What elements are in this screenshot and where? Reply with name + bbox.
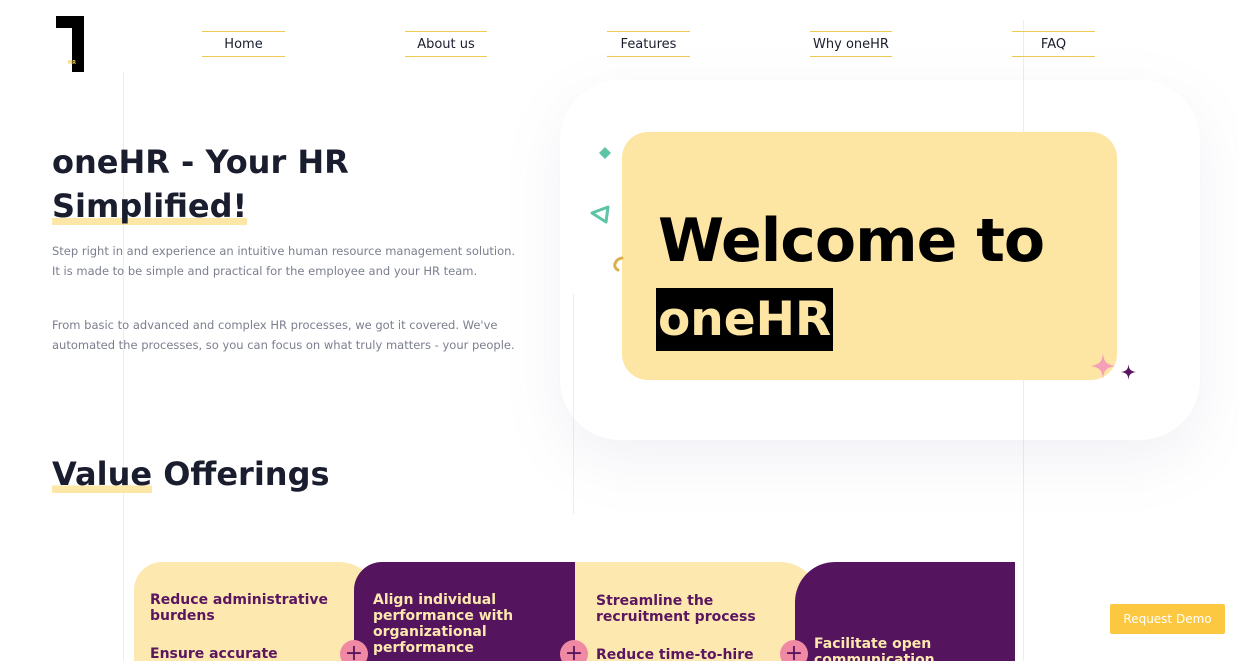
nav-about-us[interactable]: About us bbox=[405, 31, 487, 57]
teal-triangle-icon bbox=[590, 205, 610, 224]
offering-card-1-text1: Reduce administrative burdens bbox=[150, 592, 329, 624]
nav-features[interactable]: Features bbox=[607, 31, 690, 57]
value-offerings-title: Value Offerings bbox=[52, 455, 330, 493]
value-offerings-title-highlight: Value bbox=[52, 455, 153, 493]
offering-card-4-text1: Facilitate open communication bbox=[814, 636, 935, 661]
purple-sparkle-icon bbox=[1121, 364, 1136, 380]
offering-card-1-expand-button[interactable]: + bbox=[340, 640, 368, 661]
teal-diamond-icon bbox=[599, 147, 611, 159]
pink-sparkle-icon bbox=[1091, 353, 1115, 379]
request-demo-button[interactable]: Request Demo bbox=[1110, 604, 1225, 634]
hero-title: oneHR - Your HR Simplified! bbox=[52, 140, 472, 228]
logo[interactable]: HR bbox=[54, 16, 86, 72]
nav-faq[interactable]: FAQ bbox=[1012, 31, 1095, 57]
offering-card-3-text1: Streamline the recruitment process bbox=[596, 593, 756, 625]
welcome-brand-highlight: oneHR bbox=[656, 288, 834, 351]
hero-title-line2: Simplified! bbox=[52, 187, 248, 225]
nav-home[interactable]: Home bbox=[202, 31, 285, 57]
offering-card-4: Facilitate open communication bbox=[795, 562, 1015, 661]
offering-card-2-expand-button[interactable]: + bbox=[560, 640, 588, 661]
logo-hr-text: HR bbox=[68, 60, 77, 66]
value-offerings-title-rest: Offerings bbox=[152, 455, 330, 493]
nav-why-onehr[interactable]: Why oneHR bbox=[810, 31, 892, 57]
offering-card-1-text2: Ensure accurate bbox=[150, 646, 278, 661]
welcome-heading: Welcome to bbox=[658, 206, 1045, 276]
hero-paragraph-1: Step right in and experience an intuitiv… bbox=[52, 244, 516, 278]
offering-card-3-expand-button[interactable]: + bbox=[780, 640, 808, 661]
gold-ring-icon bbox=[613, 256, 624, 272]
hero-paragraph-2: From basic to advanced and complex HR pr… bbox=[52, 318, 515, 352]
hero-title-line1: oneHR - Your HR bbox=[52, 143, 349, 181]
offering-card-2-text1: Align individual performance with organi… bbox=[373, 592, 514, 656]
offering-card-3-text2: Reduce time-to-hire bbox=[596, 647, 754, 661]
